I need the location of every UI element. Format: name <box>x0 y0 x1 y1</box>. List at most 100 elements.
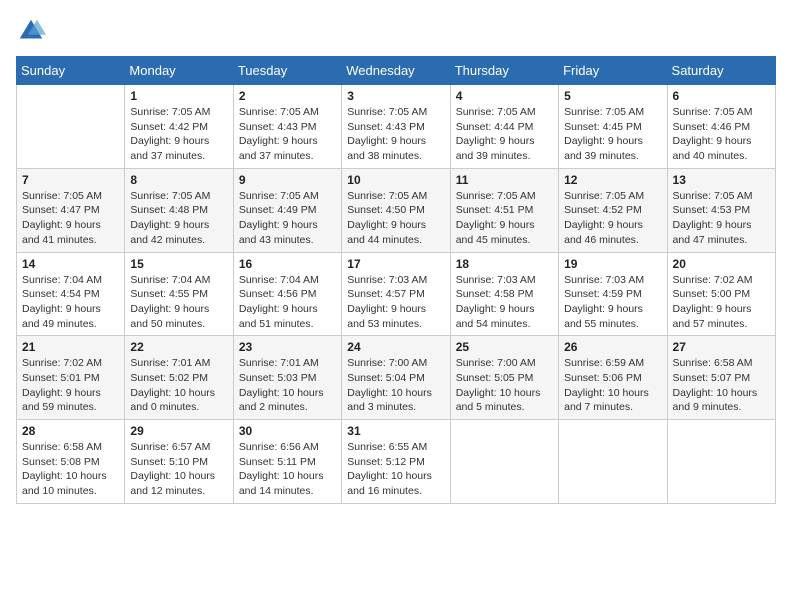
calendar-cell: 17Sunrise: 7:03 AM Sunset: 4:57 PM Dayli… <box>342 252 450 336</box>
calendar-cell: 29 Sunrise: 6:57 AM Sunset: 5:10 PM Dayli… <box>125 420 233 504</box>
day-number: 7 <box>22 173 119 187</box>
calendar-cell: 13 Sunrise: 7:05 AM Sunset: 4:53 PM Dayli… <box>667 168 775 252</box>
header-day: Friday <box>559 57 667 85</box>
logo-icon <box>16 16 46 46</box>
day-number: 27 <box>673 340 770 354</box>
day-number: 11 <box>456 173 553 187</box>
day-info: Sunrise: 7:05 AM Sunset: 4:43 PM Dayligh… <box>239 105 336 164</box>
day-number: 25 <box>456 340 553 354</box>
header-day: Monday <box>125 57 233 85</box>
header-row: SundayMondayTuesdayWednesdayThursdayFrid… <box>17 57 776 85</box>
calendar-week: 21 Sunrise: 7:02 AM Sunset: 5:01 PM Dayli… <box>17 336 776 420</box>
calendar-week: 14Sunrise: 7:04 AM Sunset: 4:54 PM Dayli… <box>17 252 776 336</box>
day-info: Sunrise: 6:55 AM Sunset: 5:12 PM Dayligh… <box>347 440 444 499</box>
day-number: 21 <box>22 340 119 354</box>
header-day: Saturday <box>667 57 775 85</box>
day-info: Sunrise: 7:04 AM Sunset: 4:55 PM Dayligh… <box>130 273 227 332</box>
day-info: Sunrise: 7:05 AM Sunset: 4:47 PM Dayligh… <box>22 189 119 248</box>
day-number: 22 <box>130 340 227 354</box>
day-info: Sunrise: 7:05 AM Sunset: 4:42 PM Dayligh… <box>130 105 227 164</box>
day-info: Sunrise: 7:00 AM Sunset: 5:05 PM Dayligh… <box>456 356 553 415</box>
calendar-cell: 1 Sunrise: 7:05 AM Sunset: 4:42 PM Daylig… <box>125 85 233 169</box>
calendar-cell <box>667 420 775 504</box>
calendar-cell: 7 Sunrise: 7:05 AM Sunset: 4:47 PM Daylig… <box>17 168 125 252</box>
day-number: 9 <box>239 173 336 187</box>
calendar-cell: 12 Sunrise: 7:05 AM Sunset: 4:52 PM Dayli… <box>559 168 667 252</box>
calendar-cell: 11 Sunrise: 7:05 AM Sunset: 4:51 PM Dayli… <box>450 168 558 252</box>
calendar-cell: 15 Sunrise: 7:04 AM Sunset: 4:55 PM Dayli… <box>125 252 233 336</box>
day-info: Sunrise: 7:05 AM Sunset: 4:52 PM Dayligh… <box>564 189 661 248</box>
calendar-cell: 4 Sunrise: 7:05 AM Sunset: 4:44 PM Daylig… <box>450 85 558 169</box>
calendar-cell: 30 Sunrise: 6:56 AM Sunset: 5:11 PM Dayli… <box>233 420 341 504</box>
day-info: Sunrise: 7:05 AM Sunset: 4:45 PM Dayligh… <box>564 105 661 164</box>
day-number: 15 <box>130 257 227 271</box>
day-info: Sunrise: 7:05 AM Sunset: 4:44 PM Dayligh… <box>456 105 553 164</box>
calendar-cell: 22 Sunrise: 7:01 AM Sunset: 5:02 PM Dayli… <box>125 336 233 420</box>
day-number: 8 <box>130 173 227 187</box>
day-number: 19 <box>564 257 661 271</box>
day-number: 30 <box>239 424 336 438</box>
calendar-cell: 28Sunrise: 6:58 AM Sunset: 5:08 PM Dayli… <box>17 420 125 504</box>
logo <box>16 16 50 46</box>
calendar-cell: 21 Sunrise: 7:02 AM Sunset: 5:01 PM Dayli… <box>17 336 125 420</box>
day-info: Sunrise: 7:02 AM Sunset: 5:01 PM Dayligh… <box>22 356 119 415</box>
calendar-cell: 6Sunrise: 7:05 AM Sunset: 4:46 PM Daylig… <box>667 85 775 169</box>
header-day: Tuesday <box>233 57 341 85</box>
day-number: 10 <box>347 173 444 187</box>
day-number: 4 <box>456 89 553 103</box>
calendar-body: 1 Sunrise: 7:05 AM Sunset: 4:42 PM Daylig… <box>17 85 776 504</box>
calendar-cell: 19 Sunrise: 7:03 AM Sunset: 4:59 PM Dayli… <box>559 252 667 336</box>
calendar-cell <box>450 420 558 504</box>
day-info: Sunrise: 7:03 AM Sunset: 4:57 PM Dayligh… <box>347 273 444 332</box>
calendar-cell: 14Sunrise: 7:04 AM Sunset: 4:54 PM Dayli… <box>17 252 125 336</box>
day-number: 24 <box>347 340 444 354</box>
header-day: Sunday <box>17 57 125 85</box>
day-number: 5 <box>564 89 661 103</box>
calendar-cell: 9 Sunrise: 7:05 AM Sunset: 4:49 PM Daylig… <box>233 168 341 252</box>
day-number: 2 <box>239 89 336 103</box>
day-number: 12 <box>564 173 661 187</box>
calendar-cell: 3Sunrise: 7:05 AM Sunset: 4:43 PM Daylig… <box>342 85 450 169</box>
day-number: 13 <box>673 173 770 187</box>
day-info: Sunrise: 7:01 AM Sunset: 5:03 PM Dayligh… <box>239 356 336 415</box>
day-info: Sunrise: 7:05 AM Sunset: 4:49 PM Dayligh… <box>239 189 336 248</box>
calendar-cell: 18 Sunrise: 7:03 AM Sunset: 4:58 PM Dayli… <box>450 252 558 336</box>
calendar-cell: 5 Sunrise: 7:05 AM Sunset: 4:45 PM Daylig… <box>559 85 667 169</box>
calendar-cell: 27 Sunrise: 6:58 AM Sunset: 5:07 PM Dayli… <box>667 336 775 420</box>
page-header <box>16 16 776 46</box>
day-info: Sunrise: 6:57 AM Sunset: 5:10 PM Dayligh… <box>130 440 227 499</box>
day-info: Sunrise: 7:05 AM Sunset: 4:51 PM Dayligh… <box>456 189 553 248</box>
calendar-cell <box>17 85 125 169</box>
day-number: 31 <box>347 424 444 438</box>
calendar-cell: 8 Sunrise: 7:05 AM Sunset: 4:48 PM Daylig… <box>125 168 233 252</box>
header-day: Wednesday <box>342 57 450 85</box>
day-info: Sunrise: 7:01 AM Sunset: 5:02 PM Dayligh… <box>130 356 227 415</box>
day-number: 18 <box>456 257 553 271</box>
day-number: 16 <box>239 257 336 271</box>
calendar-week: 28Sunrise: 6:58 AM Sunset: 5:08 PM Dayli… <box>17 420 776 504</box>
calendar-cell: 20 Sunrise: 7:02 AM Sunset: 5:00 PM Dayli… <box>667 252 775 336</box>
day-info: Sunrise: 6:56 AM Sunset: 5:11 PM Dayligh… <box>239 440 336 499</box>
day-number: 29 <box>130 424 227 438</box>
calendar-cell: 31 Sunrise: 6:55 AM Sunset: 5:12 PM Dayli… <box>342 420 450 504</box>
header-day: Thursday <box>450 57 558 85</box>
day-info: Sunrise: 7:03 AM Sunset: 4:59 PM Dayligh… <box>564 273 661 332</box>
calendar-table: SundayMondayTuesdayWednesdayThursdayFrid… <box>16 56 776 504</box>
day-info: Sunrise: 7:02 AM Sunset: 5:00 PM Dayligh… <box>673 273 770 332</box>
calendar-week: 7 Sunrise: 7:05 AM Sunset: 4:47 PM Daylig… <box>17 168 776 252</box>
day-info: Sunrise: 7:05 AM Sunset: 4:53 PM Dayligh… <box>673 189 770 248</box>
day-info: Sunrise: 7:05 AM Sunset: 4:48 PM Dayligh… <box>130 189 227 248</box>
calendar-week: 1 Sunrise: 7:05 AM Sunset: 4:42 PM Daylig… <box>17 85 776 169</box>
day-number: 26 <box>564 340 661 354</box>
day-number: 3 <box>347 89 444 103</box>
day-info: Sunrise: 7:03 AM Sunset: 4:58 PM Dayligh… <box>456 273 553 332</box>
day-info: Sunrise: 7:04 AM Sunset: 4:54 PM Dayligh… <box>22 273 119 332</box>
day-number: 28 <box>22 424 119 438</box>
day-number: 20 <box>673 257 770 271</box>
day-info: Sunrise: 7:05 AM Sunset: 4:50 PM Dayligh… <box>347 189 444 248</box>
day-number: 23 <box>239 340 336 354</box>
calendar-cell: 16 Sunrise: 7:04 AM Sunset: 4:56 PM Dayli… <box>233 252 341 336</box>
day-number: 1 <box>130 89 227 103</box>
day-info: Sunrise: 7:04 AM Sunset: 4:56 PM Dayligh… <box>239 273 336 332</box>
day-info: Sunrise: 6:58 AM Sunset: 5:07 PM Dayligh… <box>673 356 770 415</box>
